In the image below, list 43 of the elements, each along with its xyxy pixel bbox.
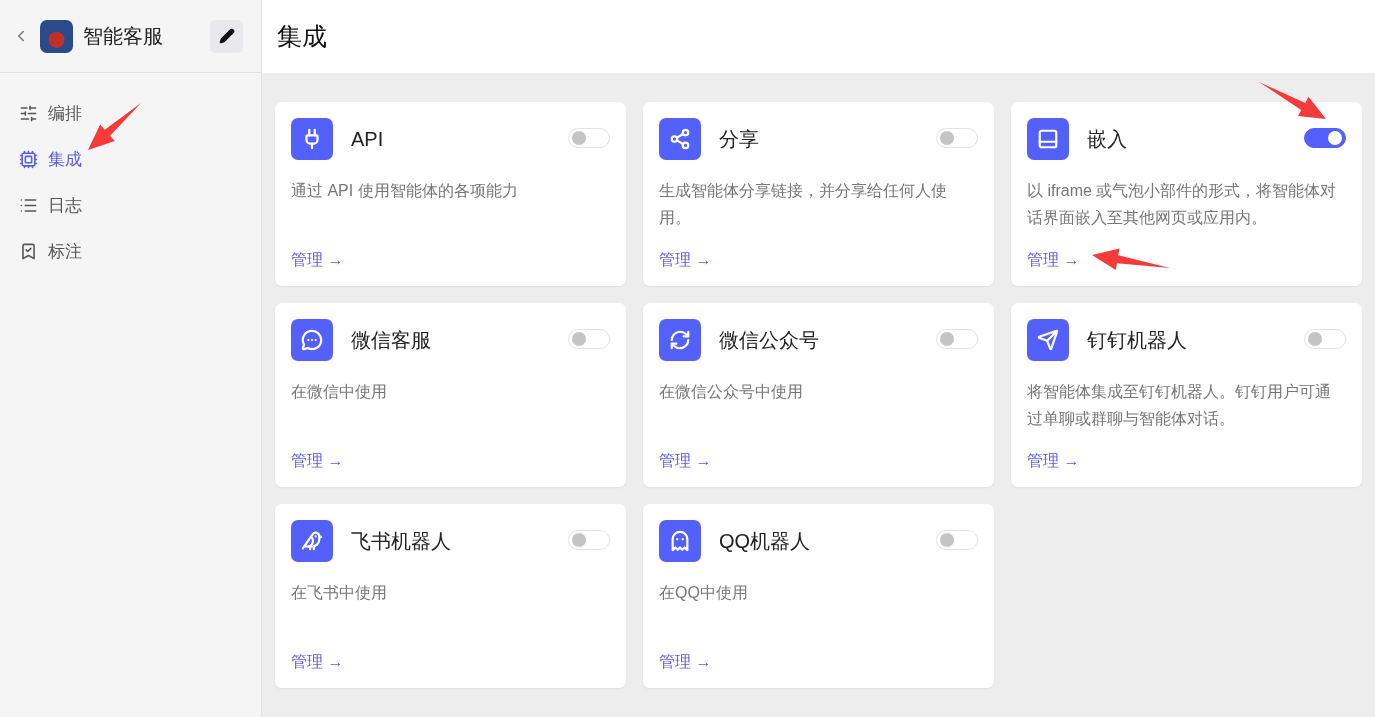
nav-item[interactable]: 编排 (19, 97, 82, 129)
nav-item[interactable]: 日志 (19, 189, 82, 221)
manage-link[interactable]: 管理 → (659, 652, 712, 673)
pencil-icon (218, 28, 235, 44)
manage-link[interactable]: 管理 → (659, 451, 712, 472)
manage-link[interactable]: 管理 → (291, 250, 344, 271)
integration-title: 钉钉机器人 (1087, 327, 1188, 353)
chip-icon (19, 149, 38, 169)
integration-description: 在飞书中使用 (291, 583, 388, 603)
manage-link[interactable]: 管理 → (1027, 451, 1080, 472)
annotation-arrow (1259, 82, 1326, 119)
integration-description: 在微信中使用 (291, 382, 388, 402)
integration-description: 以 iframe 或气泡小部件的形式，将智能体对话界面嵌入至其他网页或应用内。 (1027, 181, 1338, 228)
edit-button[interactable] (210, 19, 243, 53)
bird-icon (301, 530, 323, 552)
chat-bubble-icon (301, 329, 323, 351)
integration-title: 微信公众号 (719, 327, 820, 353)
manage-link[interactable]: 管理 → (1027, 250, 1080, 271)
manage-link[interactable]: 管理 → (291, 451, 344, 472)
annotation-arrow (88, 103, 141, 150)
page-title: 集成 (277, 21, 327, 52)
nav-item[interactable]: 标注 (19, 235, 82, 267)
integration-title: 微信客服 (351, 327, 432, 353)
integration-title: API (351, 127, 385, 151)
nav-item[interactable]: 集成 (19, 143, 82, 175)
manage-link[interactable]: 管理 → (659, 250, 712, 271)
integration-description: 将智能体集成至钉钉机器人。钉钉用户可通过单聊或群聊与智能体对话。 (1027, 382, 1332, 429)
integration-title: 飞书机器人 (351, 528, 452, 554)
integration-title: QQ机器人 (719, 528, 812, 554)
share-icon (669, 128, 691, 150)
window-icon (1037, 128, 1059, 150)
app-name: 智能客服 (83, 23, 164, 49)
sliders-icon (19, 103, 38, 123)
integration-description: 在微信公众号中使用 (659, 382, 804, 402)
integration-description: 通过 API 使用智能体的各项能力 (291, 181, 519, 201)
integration-description: 在QQ中使用 (659, 583, 749, 603)
integration-title: 分享 (719, 126, 760, 152)
toggle-switch[interactable] (1304, 128, 1346, 148)
bookmark-icon (19, 241, 38, 261)
avatar-placeholder (40, 19, 73, 53)
manage-link[interactable]: 管理 → (291, 652, 344, 673)
integration-description: 生成智能体分享链接，并分享给任何人使用。 (659, 181, 948, 228)
integration-title: 嵌入 (1087, 126, 1128, 152)
